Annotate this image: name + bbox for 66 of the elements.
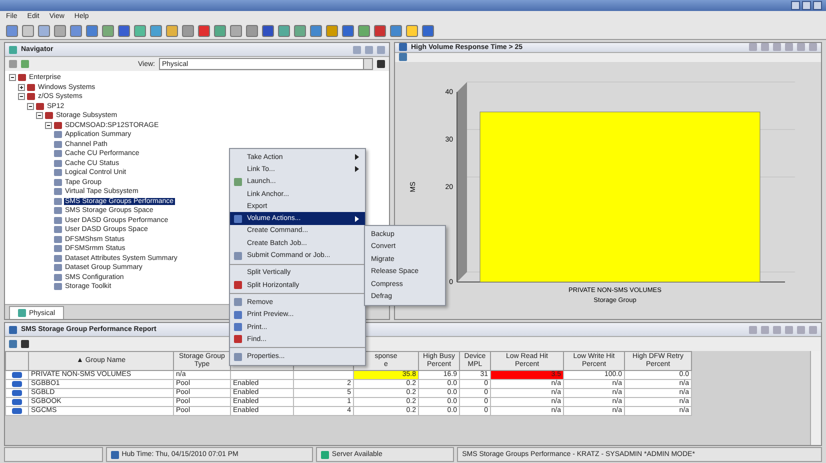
node-icon <box>54 216 62 224</box>
node-icon <box>18 74 26 82</box>
toolbar-icon[interactable] <box>422 24 434 37</box>
node-icon <box>54 254 62 262</box>
caret-icon <box>363 59 372 70</box>
toolbar-icon[interactable] <box>342 24 354 37</box>
expander-icon[interactable] <box>9 74 16 82</box>
expander-icon[interactable] <box>18 93 25 100</box>
menu-item-icon <box>234 252 242 260</box>
node-icon <box>54 226 62 234</box>
node-icon <box>27 84 35 91</box>
toolbar-icon[interactable] <box>102 24 114 37</box>
toolbar-icon[interactable] <box>134 24 146 37</box>
expander-icon[interactable] <box>18 84 25 91</box>
node-icon <box>54 160 62 167</box>
toolbar-icon[interactable] <box>182 24 194 37</box>
toolbar-icon[interactable] <box>166 24 178 37</box>
scrollbar[interactable] <box>810 351 821 446</box>
toolbar-icon[interactable] <box>294 24 306 37</box>
node-icon <box>54 245 62 252</box>
node-icon <box>54 122 62 129</box>
node-icon <box>54 274 62 281</box>
toolbar-icon[interactable] <box>358 24 370 37</box>
menu-item-icon <box>234 352 242 361</box>
toolbar-icon[interactable] <box>198 24 210 37</box>
node-icon <box>36 102 44 110</box>
menu-item-icon <box>234 178 242 186</box>
menu-item-icon <box>234 214 242 223</box>
node-icon <box>54 207 62 214</box>
node-icon <box>54 169 62 176</box>
toolbar-icon[interactable] <box>214 24 226 37</box>
node-icon <box>54 236 62 243</box>
toolbar-icon[interactable] <box>246 24 258 37</box>
toolbar-icon[interactable] <box>22 24 34 37</box>
toolbar-icon[interactable] <box>230 24 242 37</box>
toolbar-icon[interactable] <box>278 24 290 37</box>
node-icon <box>54 140 62 148</box>
maximize-icon[interactable] <box>802 0 811 10</box>
expander-icon[interactable] <box>36 112 43 120</box>
node-icon <box>54 264 62 272</box>
node-icon <box>54 150 62 158</box>
toolbar-icon[interactable] <box>326 24 338 37</box>
toolbar-icon[interactable] <box>38 24 50 37</box>
toolbar-icon[interactable] <box>390 24 402 37</box>
toolbar-icon[interactable] <box>70 24 82 37</box>
node-icon <box>54 198 62 205</box>
toolbar-icon[interactable] <box>54 24 66 37</box>
toolbar-icon[interactable] <box>374 24 386 37</box>
submenu-arrow-icon <box>355 216 359 222</box>
toolbar-icon[interactable] <box>6 24 18 37</box>
node-icon <box>45 112 53 120</box>
expander-icon[interactable] <box>45 122 52 129</box>
minimize-icon[interactable] <box>791 0 800 10</box>
node-icon <box>54 188 62 196</box>
node-icon <box>54 131 62 138</box>
node-icon <box>27 93 35 100</box>
close-icon[interactable] <box>813 0 822 10</box>
toolbar-icon[interactable] <box>118 24 130 37</box>
node-icon <box>54 178 62 186</box>
expander-icon[interactable] <box>27 102 34 110</box>
toolbar-icon[interactable] <box>86 24 98 37</box>
toolbar-icon[interactable] <box>150 24 162 37</box>
toolbar-icon[interactable] <box>310 24 322 37</box>
toolbar-icon[interactable] <box>406 24 418 37</box>
toolbar-icon[interactable] <box>262 24 274 37</box>
node-icon <box>54 283 62 290</box>
